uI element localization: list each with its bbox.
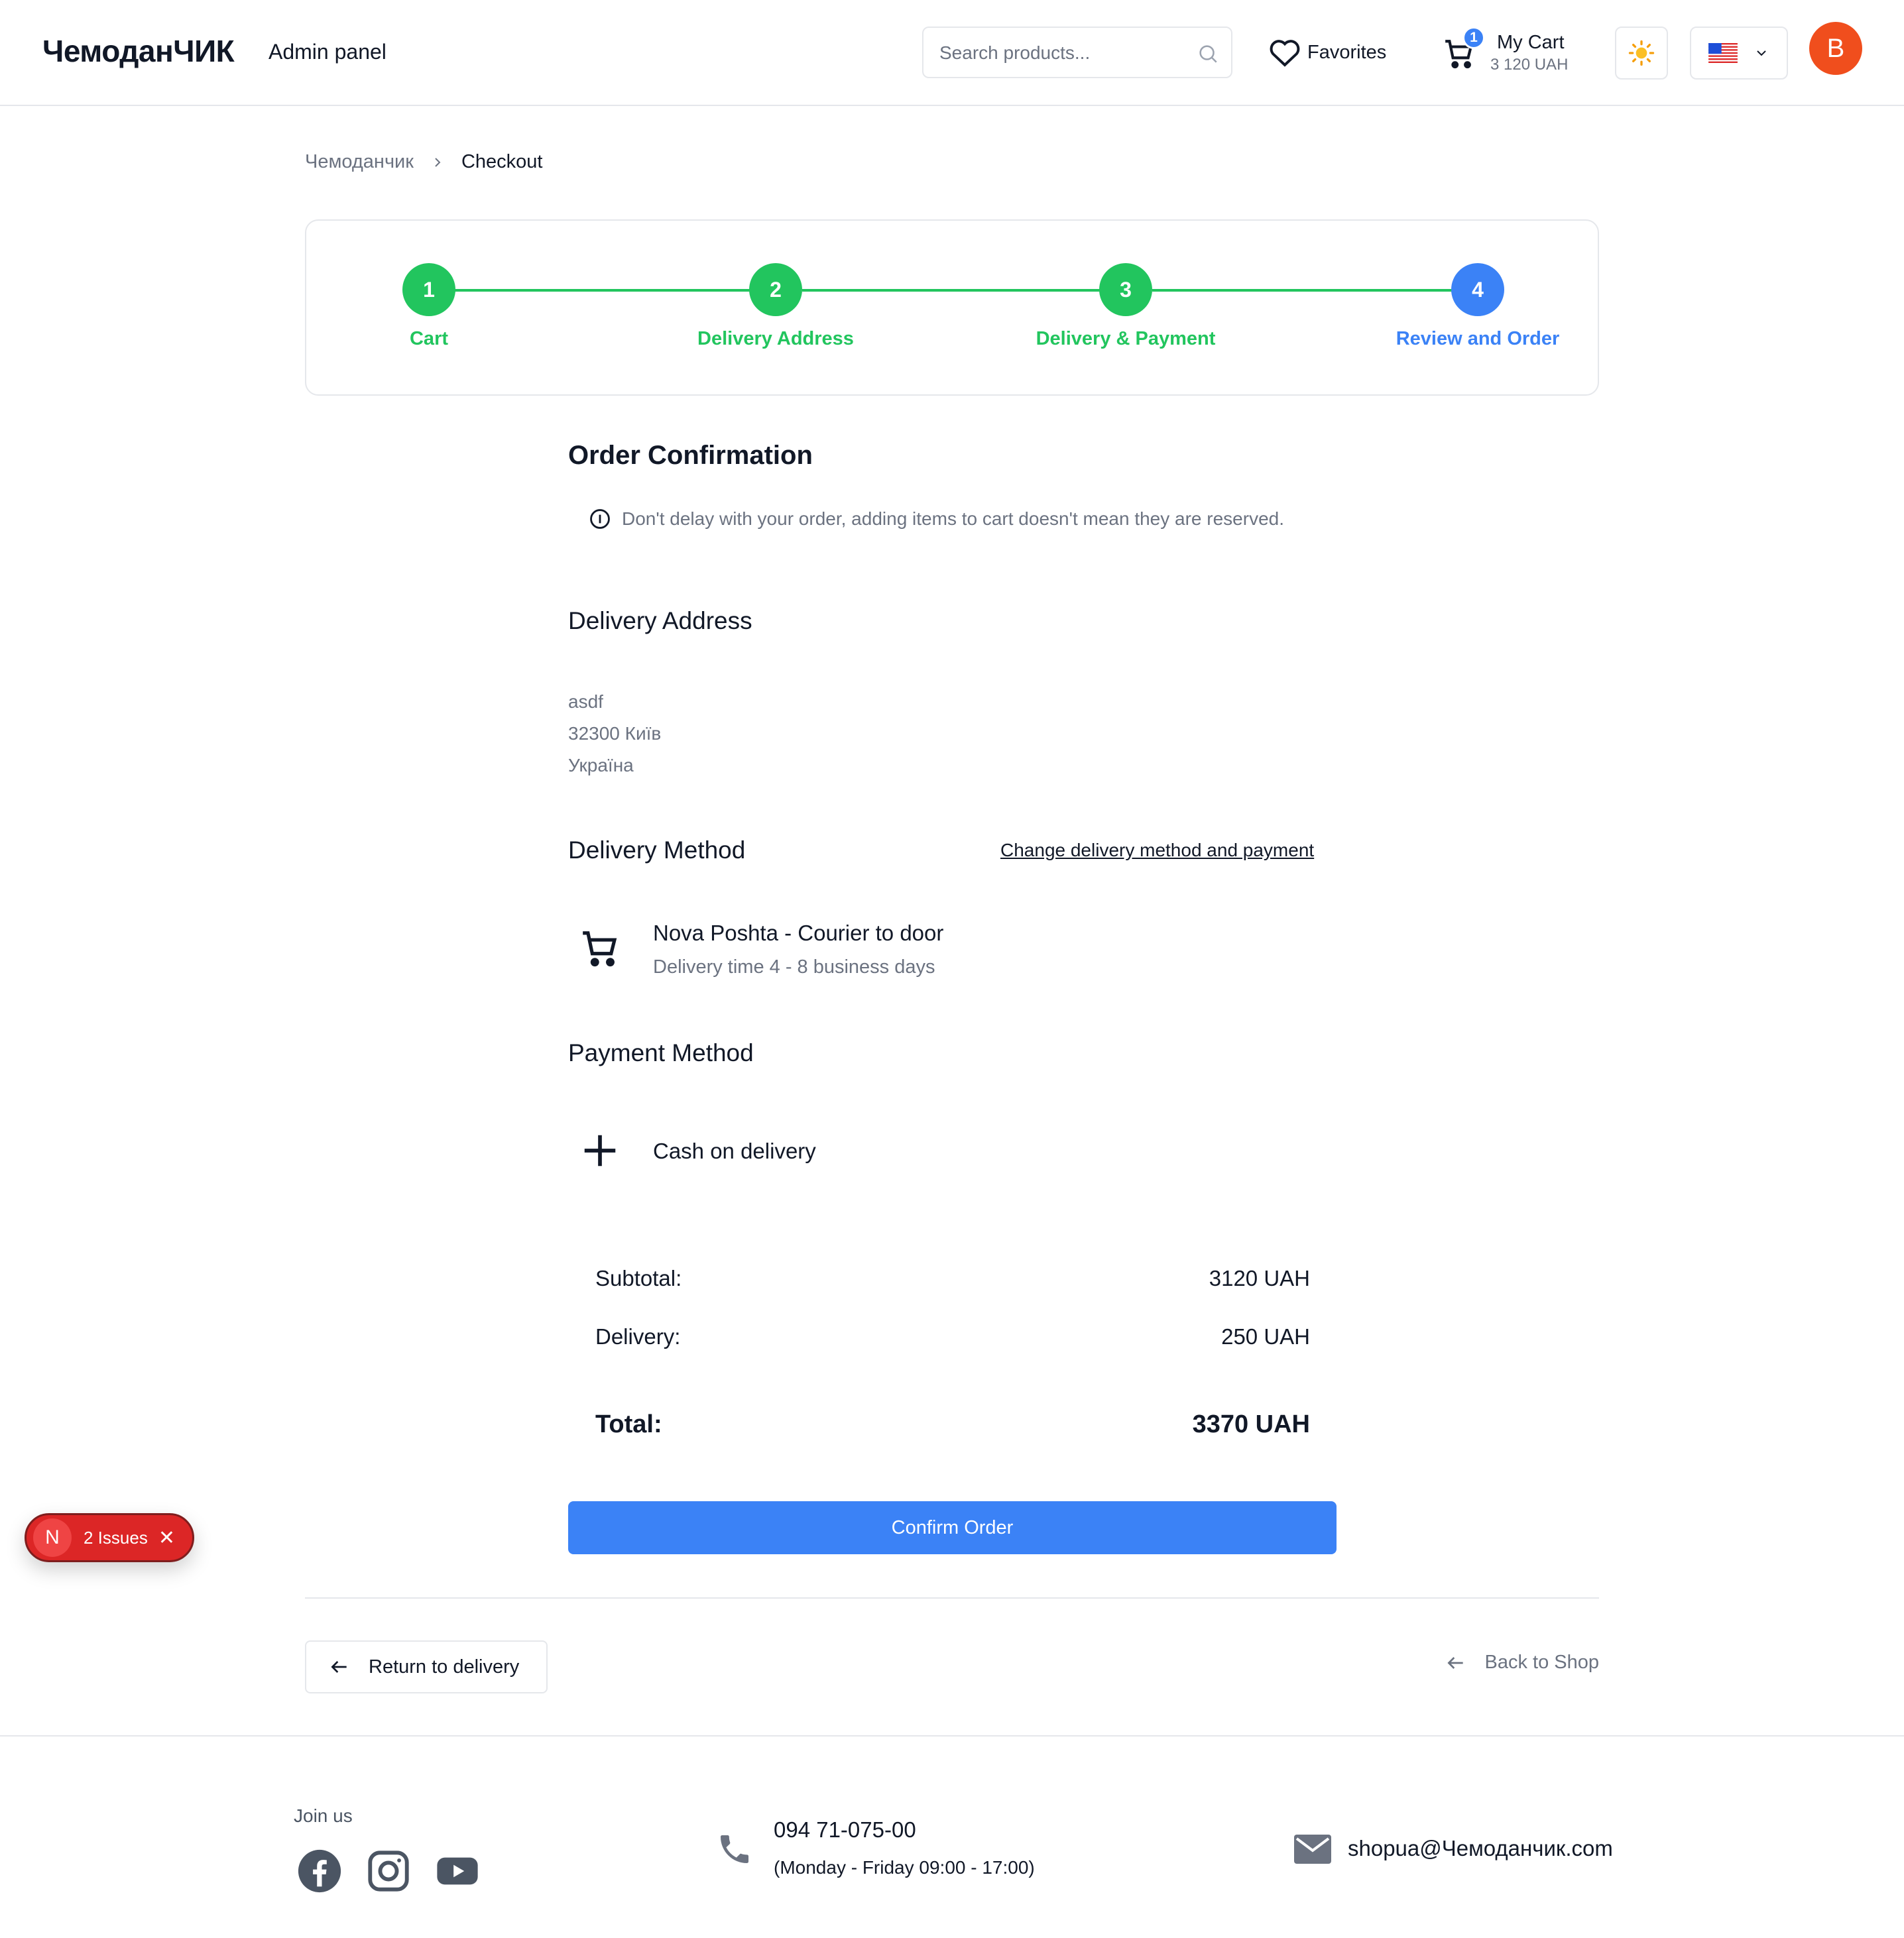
step-4-label[interactable]: Review and Order xyxy=(1396,328,1560,350)
phone-icon xyxy=(721,1835,748,1863)
change-delivery-link[interactable]: Change delivery method and payment xyxy=(1000,840,1314,861)
cart-icon xyxy=(583,931,617,967)
address-line-1: asdf xyxy=(568,691,603,712)
back-to-shop-link[interactable]: Back to Shop xyxy=(1445,1652,1600,1674)
phone-number[interactable]: 094 71-075-00 xyxy=(774,1817,916,1843)
info-icon xyxy=(590,509,610,529)
address-line-3: Україна xyxy=(568,755,634,775)
language-selector[interactable] xyxy=(1690,27,1788,80)
back-shop-label: Back to Shop xyxy=(1484,1652,1600,1673)
delivery-value: 250 UAH xyxy=(1221,1324,1310,1349)
facebook-icon[interactable] xyxy=(296,1848,343,1894)
total-label: Total: xyxy=(595,1410,662,1438)
plus-icon xyxy=(584,1135,616,1167)
sun-icon xyxy=(1628,40,1655,66)
n-logo-icon: N xyxy=(33,1518,72,1557)
subtotal-value: 3120 UAH xyxy=(1209,1266,1310,1290)
reservation-notice: Don't delay with your order, adding item… xyxy=(589,508,1284,530)
issues-indicator[interactable]: N 2 Issues ✕ xyxy=(25,1513,194,1562)
breadcrumb: Чемоданчик Checkout xyxy=(305,151,542,173)
delivery-method-name: Nova Poshta - Courier to door xyxy=(653,921,944,945)
address-line-2: 32300 Київ xyxy=(568,723,662,744)
breadcrumb-current: Checkout xyxy=(461,151,543,172)
search-box[interactable] xyxy=(922,27,1232,78)
arrow-left-icon xyxy=(331,1661,347,1673)
avatar[interactable]: B xyxy=(1809,22,1862,75)
payment-method-heading: Payment Method xyxy=(568,1039,754,1066)
step-3-label[interactable]: Delivery & Payment xyxy=(1036,328,1216,350)
return-label: Return to delivery xyxy=(369,1656,520,1678)
checkout-stepper: 1 Cart 2 Delivery Address 3 Delivery & P… xyxy=(305,219,1599,396)
step-1-circle[interactable]: 1 xyxy=(402,263,455,316)
step-4-circle[interactable]: 4 xyxy=(1451,263,1504,316)
step-connector xyxy=(429,289,754,292)
step-2-circle[interactable]: 2 xyxy=(749,263,802,316)
arrow-left-icon xyxy=(1447,1656,1463,1669)
order-confirmation-title: Order Confirmation xyxy=(568,441,813,470)
heart-icon xyxy=(1270,40,1300,67)
return-to-delivery-button[interactable]: Return to delivery xyxy=(305,1640,548,1693)
search-input[interactable] xyxy=(939,40,1191,66)
theme-toggle-button[interactable] xyxy=(1615,27,1668,80)
us-flag-icon xyxy=(1708,43,1738,63)
step-2-label[interactable]: Delivery Address xyxy=(697,328,854,350)
step-1-label[interactable]: Cart xyxy=(410,328,448,350)
delivery-method-description: Delivery time 4 - 8 business days xyxy=(653,956,935,978)
cart-total: 3 120 UAH xyxy=(1490,56,1569,74)
join-us-label: Join us xyxy=(294,1805,353,1826)
subtotal-label: Subtotal: xyxy=(595,1266,682,1290)
favorites-label: Favorites xyxy=(1307,41,1387,63)
notice-text: Don't delay with your order, adding item… xyxy=(622,508,1284,529)
confirm-order-button[interactable]: Confirm Order xyxy=(568,1501,1337,1554)
phone-hours: (Monday - Friday 09:00 - 17:00) xyxy=(774,1857,1035,1878)
step-connector xyxy=(802,289,1123,292)
cart-count-badge: 1 xyxy=(1462,27,1485,49)
delivery-address-heading: Delivery Address xyxy=(568,607,752,634)
close-icon[interactable]: ✕ xyxy=(158,1526,175,1550)
divider xyxy=(305,1597,1599,1599)
delivery-method-heading: Delivery Method xyxy=(568,836,746,864)
youtube-icon[interactable] xyxy=(434,1848,481,1894)
chevron-right-icon xyxy=(435,157,441,167)
header: ЧемоданЧИК Admin panel Favorites 1 My Ca… xyxy=(0,0,1904,106)
breadcrumb-home[interactable]: Чемоданчик xyxy=(305,151,414,173)
email-address[interactable]: shopua@Чемоданчик.com xyxy=(1348,1836,1613,1861)
search-icon[interactable] xyxy=(1197,42,1219,65)
step-3-circle[interactable]: 3 xyxy=(1099,263,1152,316)
admin-panel-link[interactable]: Admin panel xyxy=(268,40,387,64)
total-value: 3370 UAH xyxy=(1192,1410,1310,1438)
cart-button[interactable]: 1 My Cart 3 120 UAH xyxy=(1443,27,1575,80)
issues-label: 2 Issues xyxy=(84,1527,148,1548)
instagram-icon[interactable] xyxy=(365,1848,412,1894)
step-connector xyxy=(1152,289,1478,292)
mail-icon xyxy=(1294,1835,1331,1864)
delivery-label: Delivery: xyxy=(595,1324,681,1349)
chevron-down-icon xyxy=(1757,50,1766,56)
favorites-button[interactable]: Favorites xyxy=(1269,36,1386,69)
payment-method-name: Cash on delivery xyxy=(653,1139,816,1163)
footer: Join us 094 71-075-00 (Monday - Friday 0… xyxy=(0,1735,1904,1938)
cart-title: My Cart xyxy=(1497,32,1565,53)
logo[interactable]: ЧемоданЧИК xyxy=(42,33,235,69)
